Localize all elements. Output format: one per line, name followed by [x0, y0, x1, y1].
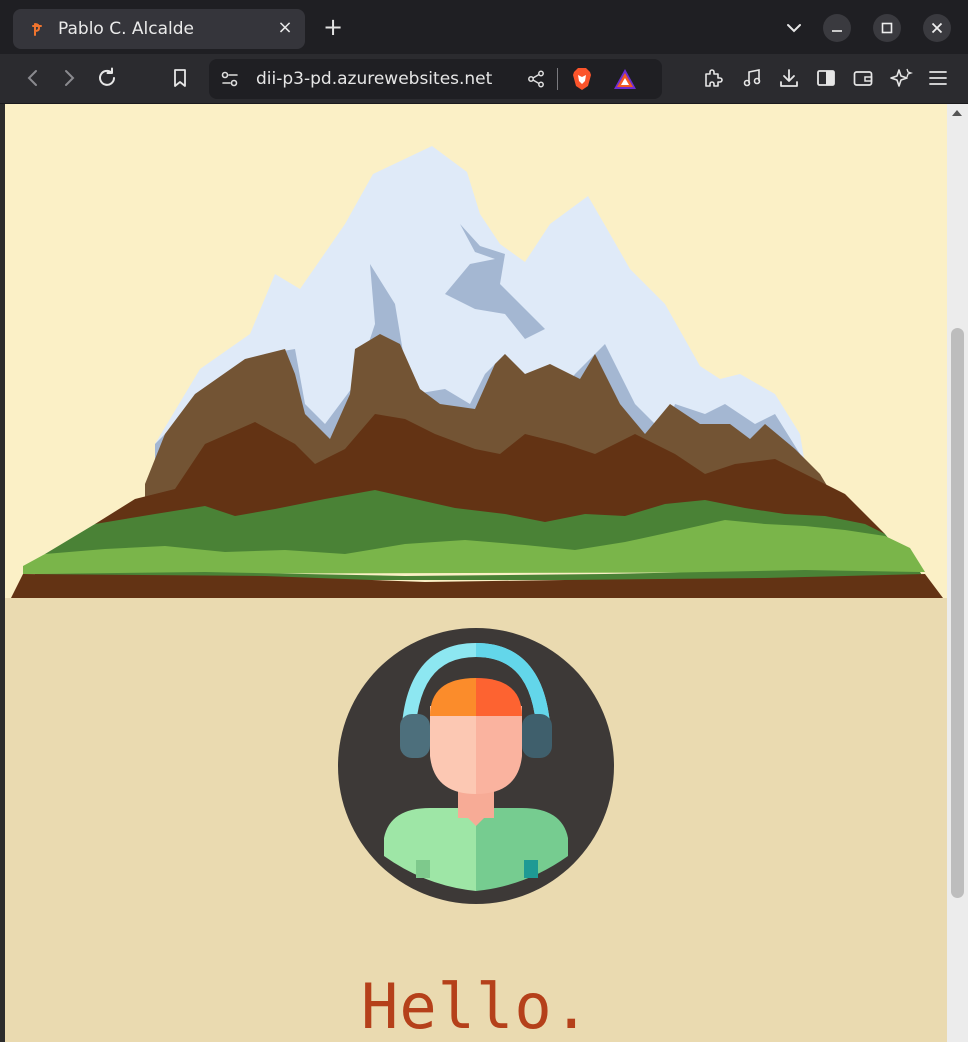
tab-list-chevron-icon[interactable]: [784, 18, 804, 38]
wallet-icon[interactable]: [851, 66, 875, 90]
hero-section: [5, 104, 947, 598]
minimize-button[interactable]: [823, 14, 851, 42]
avatar: [338, 628, 614, 904]
bookmark-icon[interactable]: [168, 66, 192, 90]
download-icon[interactable]: [777, 66, 801, 90]
tab-close-button[interactable]: ×: [275, 18, 295, 38]
brave-shields-icon[interactable]: [571, 67, 593, 91]
scrollbar-thumb[interactable]: [951, 328, 964, 898]
pablo-logo-icon: [32, 23, 42, 36]
scroll-up-arrow-icon[interactable]: [952, 110, 962, 116]
sidebar-icon[interactable]: [814, 66, 838, 90]
url-divider: [557, 68, 558, 90]
greeting-heading: Hello.: [361, 970, 591, 1042]
mountain-illustration: [11, 146, 943, 598]
sparkle-icon[interactable]: [889, 66, 913, 90]
share-icon[interactable]: [526, 69, 546, 89]
address-bar[interactable]: dii-p3-pd.azurewebsites.net: [209, 59, 662, 99]
profile-section: Hello.: [5, 598, 947, 1042]
chevron-left-icon[interactable]: [21, 66, 45, 90]
browser-toolbar: dii-p3-pd.azurewebsites.net: [0, 54, 968, 104]
minimize-icon: [832, 30, 842, 32]
reload-icon[interactable]: [95, 66, 119, 90]
site-settings-icon[interactable]: [219, 68, 241, 90]
active-tab[interactable]: Pablo C. Alcalde ×: [13, 9, 305, 49]
maximize-icon: [881, 22, 893, 34]
puzzle-icon[interactable]: [701, 66, 725, 90]
hamburger-icon[interactable]: [926, 66, 950, 90]
tab-title: Pablo C. Alcalde: [58, 19, 194, 39]
brave-rewards-icon[interactable]: [613, 68, 637, 90]
page-viewport: Hello.: [5, 104, 947, 1042]
maximize-button[interactable]: [873, 14, 901, 42]
music-note-icon[interactable]: [740, 66, 764, 90]
close-window-button[interactable]: [923, 14, 951, 42]
title-bar: Pablo C. Alcalde × +: [0, 0, 968, 54]
url-text[interactable]: dii-p3-pd.azurewebsites.net: [256, 69, 492, 89]
new-tab-button[interactable]: +: [321, 15, 345, 39]
close-icon: [931, 22, 943, 34]
chevron-right-icon[interactable]: [57, 66, 81, 90]
page-scrollbar[interactable]: [947, 104, 968, 1042]
